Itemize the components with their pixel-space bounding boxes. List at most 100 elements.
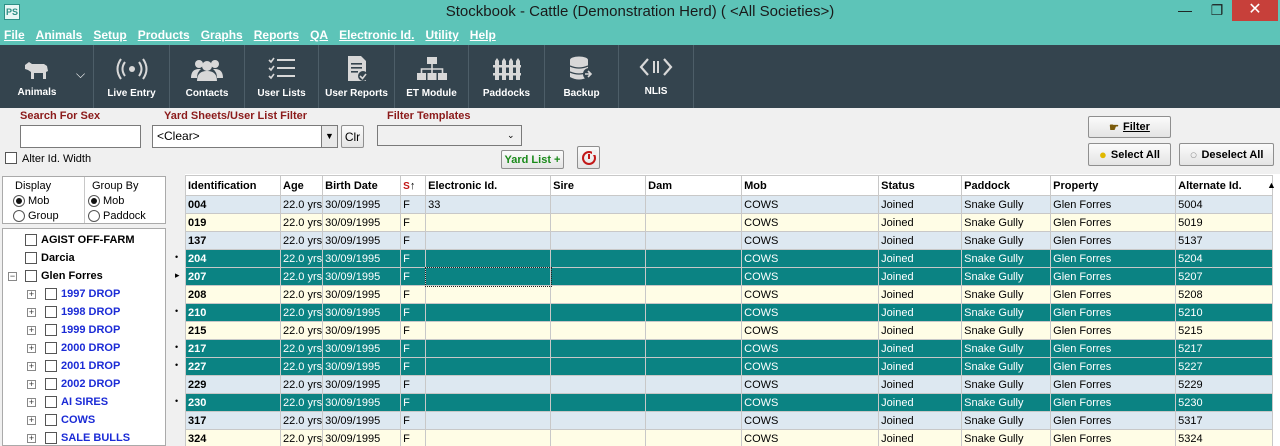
menu-graphs[interactable]: Graphs xyxy=(201,28,243,42)
cell-sire[interactable] xyxy=(550,285,647,304)
cell-alternate-id[interactable]: 5215 xyxy=(1175,321,1274,340)
cell-sex[interactable]: F xyxy=(400,195,427,214)
cell-mob[interactable]: COWS xyxy=(741,357,880,376)
menu-help[interactable]: Help xyxy=(470,28,496,42)
filter-button[interactable]: ☛ Filter xyxy=(1088,116,1171,138)
cell-identification[interactable]: 207 xyxy=(185,267,281,286)
tree-item-checkbox[interactable] xyxy=(45,360,57,372)
cell-paddock[interactable]: Snake Gully xyxy=(961,357,1052,376)
cell-property[interactable]: Glen Forres xyxy=(1050,231,1177,250)
cell-status[interactable]: Joined xyxy=(878,411,963,430)
table-row[interactable]: 230 22.0 yrs 30/09/1995 F COWS Joined Snake Gu… xyxy=(185,393,1274,412)
cell-age[interactable]: 22.0 yrs xyxy=(279,213,324,232)
cell-sire[interactable] xyxy=(550,195,647,214)
cell-age[interactable]: 22.0 yrs xyxy=(279,393,324,412)
cell-paddock[interactable]: Snake Gully xyxy=(961,213,1052,232)
cell-identification[interactable]: 019 xyxy=(185,213,281,232)
cell-identification[interactable]: 137 xyxy=(185,231,281,250)
cell-identification[interactable]: 230 xyxy=(185,393,281,412)
table-row[interactable]: 204 22.0 yrs 30/09/1995 F COWS Joined Snake Gu… xyxy=(185,249,1274,268)
cell-identification[interactable]: 215 xyxy=(185,321,281,340)
cell-status[interactable]: Joined xyxy=(878,231,963,250)
cell-electronic-id[interactable] xyxy=(425,375,552,394)
tree-expander-icon[interactable]: + xyxy=(27,344,36,353)
table-row[interactable]: 208 22.0 yrs 30/09/1995 F COWS Joined Snake Gu… xyxy=(185,285,1274,304)
cell-electronic-id[interactable] xyxy=(425,321,552,340)
cell-paddock[interactable]: Snake Gully xyxy=(961,303,1052,322)
cell-birth-date[interactable]: 30/09/1995 xyxy=(322,285,402,304)
cell-mob[interactable]: COWS xyxy=(741,231,880,250)
alter-width-checkbox[interactable] xyxy=(5,152,17,164)
col-sex[interactable]: S↑ xyxy=(400,175,427,196)
cell-paddock[interactable]: Snake Gully xyxy=(961,267,1052,286)
menu-electronic-id[interactable]: Electronic Id. xyxy=(339,28,414,42)
cell-mob[interactable]: COWS xyxy=(741,321,880,340)
chevron-down-icon[interactable]: ⌵ xyxy=(76,67,85,82)
groupby-mob-radio[interactable] xyxy=(88,195,100,207)
cell-electronic-id[interactable] xyxy=(425,339,552,358)
cell-alternate-id[interactable]: 5208 xyxy=(1175,285,1274,304)
cell-sex[interactable]: F xyxy=(400,429,427,446)
toolbar-user-lists-button[interactable]: User Lists xyxy=(245,45,319,108)
cell-mob[interactable]: COWS xyxy=(741,213,880,232)
tree-item-checkbox[interactable] xyxy=(25,270,37,282)
cell-sex[interactable]: F xyxy=(400,411,427,430)
cell-status[interactable]: Joined xyxy=(878,303,963,322)
toolbar-paddocks-button[interactable]: Paddocks xyxy=(469,45,545,108)
cell-alternate-id[interactable]: 5004 xyxy=(1175,195,1274,214)
tree-item[interactable]: Darcia xyxy=(3,249,165,267)
cell-property[interactable]: Glen Forres xyxy=(1050,285,1177,304)
cell-sex[interactable]: F xyxy=(400,303,427,322)
table-row[interactable]: 210 22.0 yrs 30/09/1995 F COWS Joined Snake Gu… xyxy=(185,303,1274,322)
tree-item[interactable]: +1997 DROP xyxy=(3,285,165,303)
cell-status[interactable]: Joined xyxy=(878,393,963,412)
toolbar-contacts-button[interactable]: Contacts xyxy=(170,45,245,108)
cell-status[interactable]: Joined xyxy=(878,213,963,232)
cell-mob[interactable]: COWS xyxy=(741,411,880,430)
display-mob-radio[interactable] xyxy=(13,195,25,207)
cell-property[interactable]: Glen Forres xyxy=(1050,429,1177,446)
cell-birth-date[interactable]: 30/09/1995 xyxy=(322,375,402,394)
cell-birth-date[interactable]: 30/09/1995 xyxy=(322,411,402,430)
cell-sex[interactable]: F xyxy=(400,285,427,304)
cell-mob[interactable]: COWS xyxy=(741,339,880,358)
scroll-up-button[interactable]: ▲ xyxy=(1263,176,1280,194)
cell-electronic-id[interactable] xyxy=(425,357,552,376)
toolbar-nlis-button[interactable]: NLIS xyxy=(619,45,694,108)
cell-age[interactable]: 22.0 yrs xyxy=(279,249,324,268)
cell-alternate-id[interactable]: 5019 xyxy=(1175,213,1274,232)
tree-expander-icon[interactable]: + xyxy=(27,290,36,299)
cell-identification[interactable]: 317 xyxy=(185,411,281,430)
col-paddock[interactable]: Paddock xyxy=(961,175,1052,196)
col-sire[interactable]: Sire xyxy=(550,175,647,196)
tree-item[interactable]: + COWS xyxy=(3,411,165,429)
col-property[interactable]: Property xyxy=(1050,175,1177,196)
cell-paddock[interactable]: Snake Gully xyxy=(961,411,1052,430)
table-row[interactable]: 217 22.0 yrs 30/09/1995 F COWS Joined Snake Gu… xyxy=(185,339,1274,358)
cell-status[interactable]: Joined xyxy=(878,285,963,304)
col-electronic-id[interactable]: Electronic Id. xyxy=(425,175,552,196)
tree-item[interactable]: + SALE BULLS xyxy=(3,429,165,445)
cell-sex[interactable]: F xyxy=(400,249,427,268)
cell-mob[interactable]: COWS xyxy=(741,285,880,304)
tree-expander-icon[interactable]: + xyxy=(27,326,36,335)
col-birth-date[interactable]: Birth Date xyxy=(322,175,402,196)
cell-paddock[interactable]: Snake Gully xyxy=(961,195,1052,214)
cell-mob[interactable]: COWS xyxy=(741,267,880,286)
maximize-button[interactable]: ❐ xyxy=(1202,0,1232,21)
cell-electronic-id[interactable] xyxy=(425,285,552,304)
menu-reports[interactable]: Reports xyxy=(254,28,299,42)
yard-list-button[interactable]: Yard List + xyxy=(501,150,564,169)
toolbar-live-entry-button[interactable]: Live Entry xyxy=(94,45,170,108)
cell-paddock[interactable]: Snake Gully xyxy=(961,393,1052,412)
cell-mob[interactable]: COWS xyxy=(741,195,880,214)
cell-paddock[interactable]: Snake Gully xyxy=(961,375,1052,394)
cell-alternate-id[interactable]: 5217 xyxy=(1175,339,1274,358)
cell-property[interactable]: Glen Forres xyxy=(1050,339,1177,358)
cell-mob[interactable]: COWS xyxy=(741,375,880,394)
cell-dam[interactable] xyxy=(645,375,743,394)
cell-sire[interactable] xyxy=(550,393,647,412)
yard-sheets-select[interactable]: <Clear> xyxy=(152,125,322,148)
cell-dam[interactable] xyxy=(645,231,743,250)
tree-item-checkbox[interactable] xyxy=(45,288,57,300)
